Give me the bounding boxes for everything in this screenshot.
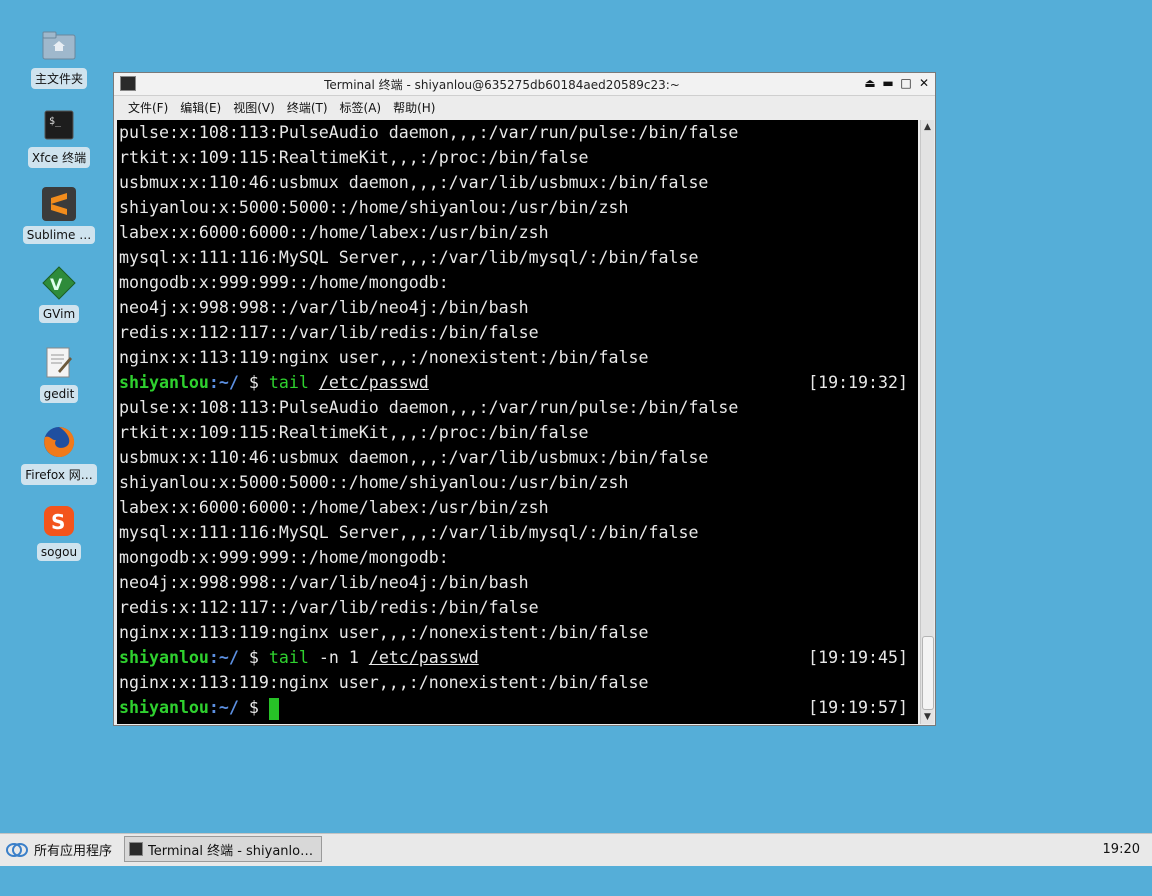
prompt-timestamp: [19:19:32] [808,373,908,392]
terminal-window[interactable]: Terminal 终端 - shiyanlou@635275db60184aed… [113,72,936,726]
terminal-output-line: mysql:x:111:116:MySQL Server,,,:/var/lib… [119,248,699,267]
maximize-icon[interactable]: □ [899,75,913,91]
taskbar-clock: 19:20 [1102,842,1140,857]
applications-menu-icon [6,842,28,857]
terminal-output-line: redis:x:112:117::/var/lib/redis:/bin/fal… [119,598,539,617]
menu-help[interactable]: 帮助(H) [387,99,441,116]
window-titlebar[interactable]: Terminal 终端 - shiyanlou@635275db60184aed… [114,73,935,96]
desktop-icon-sogou[interactable]: S sogou [20,503,98,561]
prompt-directory: ~/ [218,648,239,667]
sublime-icon [41,186,77,222]
prompt-symbol: $ [238,373,269,392]
desktop-icon-label: sogou [36,543,82,561]
menu-file[interactable]: 文件(F) [122,99,174,116]
prompt-user: shiyanlou [119,373,209,392]
terminal-output-line: shiyanlou:x:5000:5000::/home/shiyanlou:/… [119,473,629,492]
desktop-icon-sublime[interactable]: Sublime … [20,186,98,244]
scroll-down-arrow-icon[interactable]: ▼ [921,710,934,724]
svg-text:$_: $_ [49,116,62,127]
svg-text:V: V [50,275,63,294]
prompt-separator: : [208,648,219,667]
sogou-icon: S [41,503,77,539]
prompt-symbol: $ [238,648,269,667]
terminal-output-line: labex:x:6000:6000::/home/labex:/usr/bin/… [119,498,549,517]
folder-home-icon [41,28,77,64]
terminal-output-line: mongodb:x:999:999::/home/mongodb: [119,273,449,292]
terminal-output-line: nginx:x:113:119:nginx user,,,:/nonexiste… [119,673,649,692]
command-name: tail [268,648,309,667]
desktop-icon-label: 主文件夹 [30,68,87,89]
command-name: tail [268,373,309,392]
terminal-output-line: labex:x:6000:6000::/home/labex:/usr/bin/… [119,223,549,242]
firefox-icon [41,424,77,460]
terminal-output-line: nginx:x:113:119:nginx user,,,:/nonexiste… [119,348,649,367]
taskbar-terminal-button[interactable]: Terminal 终端 - shiyanlou@… [124,836,322,862]
menu-terminal[interactable]: 终端(T) [281,99,334,116]
desktop-icon-gvim[interactable]: V GVim [20,265,98,323]
command-path: /etc/passwd [368,648,479,667]
prompt-separator: : [208,698,219,717]
desktop-icon-gedit[interactable]: gedit [20,345,98,403]
menu-view[interactable]: 视图(V) [227,99,281,116]
terminal-output-line: shiyanlou:x:5000:5000::/home/shiyanlou:/… [119,198,629,217]
terminal-prompt-line: shiyanlou:~/ $ [19:19:57] [117,695,918,720]
command-args: -n 1 [318,648,359,667]
terminal-output-line: pulse:x:108:113:PulseAudio daemon,,,:/va… [119,398,739,417]
terminal-output-line: nginx:x:113:119:nginx user,,,:/nonexiste… [119,623,649,642]
prompt-timestamp: [19:19:57] [808,698,908,717]
prompt-symbol: $ [238,698,269,717]
terminal-output-line: neo4j:x:998:998::/var/lib/neo4j:/bin/bas… [119,573,529,592]
terminal-cursor [268,697,279,720]
desktop-icon-label: gedit [39,385,79,403]
window-controls: ⏏ ▬ □ ✕ [863,75,931,91]
prompt-user: shiyanlou [119,648,209,667]
terminal-output-line: rtkit:x:109:115:RealtimeKit,,,:/proc:/bi… [119,148,589,167]
desktop-icon-firefox[interactable]: Firefox 网… [20,424,98,485]
menu-bar: 文件(F) 编辑(E) 视图(V) 终端(T) 标签(A) 帮助(H) [114,96,935,118]
desktop-icon-label: Sublime … [22,226,96,244]
scroll-up-arrow-icon[interactable]: ▲ [921,120,934,134]
terminal-icon [129,842,143,856]
prompt-user: shiyanlou [119,698,209,717]
terminal-output-line: pulse:x:108:113:PulseAudio daemon,,,:/va… [119,123,739,142]
prompt-directory: ~/ [218,698,239,717]
terminal-output[interactable]: pulse:x:108:113:PulseAudio daemon,,,:/va… [117,120,918,724]
terminal-scrollbar[interactable]: ▲ ▼ [920,120,934,724]
gedit-icon [41,345,77,381]
terminal-prompt-line: shiyanlou:~/ $ tail /etc/passwd [19:19:32… [117,370,918,395]
desktop-icon-home-folder[interactable]: 主文件夹 [20,28,98,89]
prompt-directory: ~/ [218,373,239,392]
shade-icon[interactable]: ⏏ [863,75,877,91]
terminal-output-line: neo4j:x:998:998::/var/lib/neo4j:/bin/bas… [119,298,529,317]
window-title: Terminal 终端 - shiyanlou@635275db60184aed… [324,78,680,92]
prompt-timestamp: [19:19:45] [808,648,908,667]
command-path: /etc/passwd [318,373,429,392]
desktop-icon-label: Firefox 网… [21,464,97,485]
taskbar-terminal-label: Terminal 终端 - shiyanlou@… [148,843,318,859]
close-icon[interactable]: ✕ [917,75,931,91]
desktop-icon-label: GVim [38,305,80,323]
gvim-icon: V [41,265,77,301]
terminal-output-line: redis:x:112:117::/var/lib/redis:/bin/fal… [119,323,539,342]
terminal-output-line: usbmux:x:110:46:usbmux daemon,,,:/var/li… [119,448,709,467]
prompt-separator: : [208,373,219,392]
scrollbar-thumb[interactable] [922,636,934,710]
applications-menu-button[interactable]: 所有应用程序 [6,840,112,859]
taskbar: 所有应用程序 Terminal 终端 - shiyanlou@… 19:20 [0,833,1152,866]
desktop-icon-label: Xfce 终端 [27,147,91,168]
applications-menu-label: 所有应用程序 [34,844,113,859]
terminal-output-line: mysql:x:111:116:MySQL Server,,,:/var/lib… [119,523,699,542]
terminal-icon [120,76,136,91]
terminal-output-line: mongodb:x:999:999::/home/mongodb: [119,548,449,567]
terminal-prompt-line: shiyanlou:~/ $ tail -n 1 /etc/passwd [19:… [117,645,918,670]
minimize-icon[interactable]: ▬ [881,75,895,91]
terminal-icon: $_ [41,107,77,143]
terminal-output-line: usbmux:x:110:46:usbmux daemon,,,:/var/li… [119,173,709,192]
menu-edit[interactable]: 编辑(E) [174,99,227,116]
menu-tabs[interactable]: 标签(A) [334,99,388,116]
svg-text:S: S [51,510,65,534]
terminal-output-line: rtkit:x:109:115:RealtimeKit,,,:/proc:/bi… [119,423,589,442]
desktop-icon-terminal[interactable]: $_ Xfce 终端 [20,107,98,168]
